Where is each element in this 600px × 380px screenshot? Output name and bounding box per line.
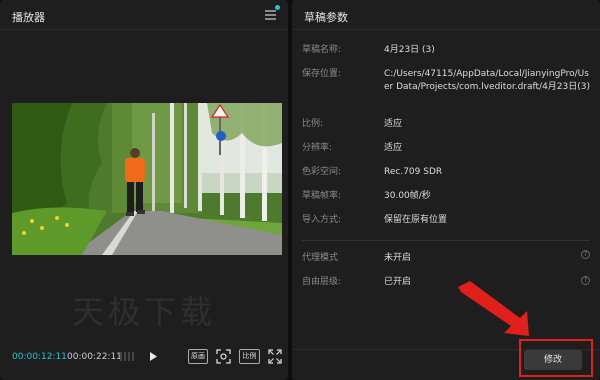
draft-header: 草稿参数 — [292, 0, 600, 30]
param-value: 4月23日 (3) — [384, 45, 435, 55]
param-value: 未开启 — [384, 253, 412, 263]
param-value: Rec.709 SDR — [384, 167, 443, 177]
current-time: 00:00:12:11 — [12, 352, 67, 362]
param-label: 导入方式: — [302, 215, 342, 225]
param-label: 比例: — [302, 119, 324, 129]
video-preview[interactable] — [12, 103, 282, 255]
crop-focus-icon[interactable] — [216, 349, 231, 364]
param-label: 自由层级: — [302, 277, 342, 287]
player-controls: 00:00:12:11 00:00:22:11 原画 比例 — [0, 344, 288, 370]
param-label: 草稿帧率: — [302, 191, 342, 201]
param-value: 适应 — [384, 143, 403, 153]
param-value: 30.00帧/秒 — [384, 191, 431, 201]
help-icon[interactable]: ? — [581, 276, 590, 285]
play-icon[interactable] — [147, 349, 159, 364]
video-frame-image — [12, 103, 282, 255]
param-value: 保留在原有位置 — [384, 215, 448, 225]
params-divider — [302, 240, 590, 241]
param-value: C:/Users/47115/AppData/Local/JianyingPro… — [384, 69, 590, 92]
timeline-grid-icon[interactable] — [119, 349, 137, 364]
watermark-text: 天极下载 — [71, 293, 216, 331]
param-label: 代理模式 — [302, 253, 339, 263]
param-label: 保存位置: — [302, 69, 342, 79]
param-label: 草稿名称: — [302, 45, 342, 55]
ratio-button[interactable]: 比例 — [239, 349, 260, 364]
help-icon[interactable]: ? — [581, 250, 590, 259]
annotation-highlight-box — [519, 339, 593, 377]
param-value: 适应 — [384, 119, 403, 129]
original-quality-button[interactable]: 原画 — [188, 349, 208, 364]
param-value: 已开启 — [384, 277, 412, 287]
menu-icon[interactable] — [265, 5, 280, 20]
player-title: 播放器 — [12, 11, 45, 24]
param-label: 分辨率: — [302, 143, 333, 153]
total-time: 00:00:22:11 — [67, 352, 122, 362]
draft-title: 草稿参数 — [304, 11, 348, 24]
player-panel: 播放器 天极下载 00:00:12:11 00:00:22:11 原画 比例 — [0, 0, 288, 380]
player-header: 播放器 — [0, 0, 288, 30]
notification-dot — [275, 5, 280, 10]
fullscreen-icon[interactable] — [268, 349, 282, 364]
draft-params-panel: 草稿参数 草稿名称: 4月23日 (3) 保存位置: C:/Users/4711… — [292, 0, 600, 380]
param-label: 色彩空间: — [302, 167, 342, 177]
